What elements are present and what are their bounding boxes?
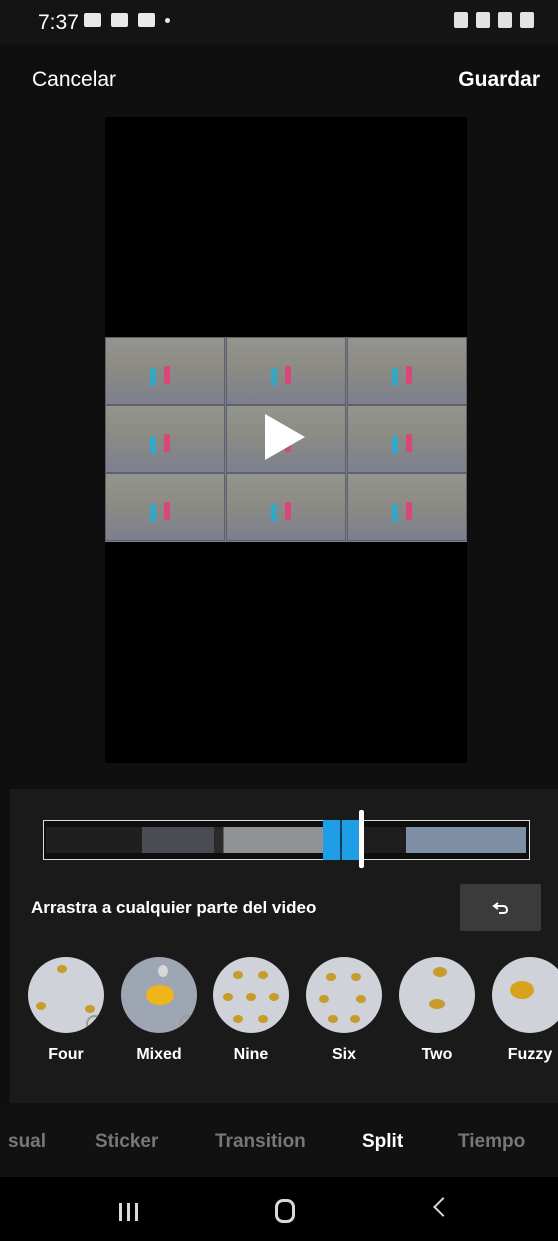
- status-right-icons: [454, 12, 534, 28]
- weather-icon: [111, 13, 128, 27]
- cloud-icon: [138, 13, 155, 27]
- gallery-icon: [84, 13, 101, 27]
- split-tile: [226, 337, 346, 405]
- undo-button[interactable]: [460, 884, 541, 931]
- tab-visual[interactable]: sual: [8, 1131, 46, 1153]
- tab-transition[interactable]: Transition: [215, 1131, 306, 1153]
- wifi-icon: [476, 12, 490, 28]
- effect-nine[interactable]: [213, 957, 289, 1033]
- split-tile: [226, 473, 346, 541]
- effect-two[interactable]: [399, 957, 475, 1033]
- split-tile: [347, 405, 467, 473]
- play-icon[interactable]: [265, 414, 305, 460]
- split-tile: [105, 473, 225, 541]
- signal-icon: [498, 12, 512, 28]
- split-tile: [105, 405, 225, 473]
- effect-label-four: Four: [48, 1046, 84, 1063]
- split-tile: [105, 337, 225, 405]
- cancel-button[interactable]: Cancelar: [32, 68, 116, 92]
- download-indicator-icon: [86, 1015, 104, 1033]
- effect-mixed[interactable]: [121, 957, 197, 1033]
- effect-six[interactable]: [306, 957, 382, 1033]
- notification-dot-icon: [165, 17, 170, 23]
- drag-hint: Arrastra a cualquier parte del video: [31, 898, 317, 917]
- status-time: 7:37: [38, 11, 79, 34]
- effect-fuzzy[interactable]: [492, 957, 558, 1033]
- home-icon[interactable]: [275, 1199, 295, 1223]
- split-segment-divider: [340, 820, 342, 860]
- effect-label-mixed: Mixed: [136, 1046, 182, 1063]
- recent-apps-icon[interactable]: [119, 1203, 141, 1221]
- effect-label-two: Two: [421, 1046, 453, 1063]
- timeline-thumbnails: [46, 827, 526, 853]
- split-segment-highlight[interactable]: [323, 820, 361, 860]
- tab-split[interactable]: Split: [362, 1131, 403, 1153]
- undo-icon: [491, 901, 508, 914]
- video-timeline[interactable]: [43, 820, 530, 860]
- battery-icon: [520, 12, 534, 28]
- timeline-playhead[interactable]: [359, 810, 364, 868]
- status-left-icons: [84, 13, 170, 27]
- effect-label-six: Six: [331, 1046, 356, 1063]
- split-tile: [347, 337, 467, 405]
- tab-sticker[interactable]: Sticker: [95, 1131, 158, 1153]
- save-button[interactable]: Guardar: [458, 68, 540, 92]
- tab-tiempo[interactable]: Tiempo: [458, 1131, 525, 1153]
- battery-saver-icon: [454, 12, 468, 28]
- effect-label-nine: Nine: [233, 1046, 269, 1063]
- effect-label-fuzzy: Fuzzy: [507, 1046, 553, 1063]
- effect-four[interactable]: [28, 957, 104, 1033]
- split-tile: [347, 473, 467, 541]
- download-indicator-icon: [179, 1015, 197, 1033]
